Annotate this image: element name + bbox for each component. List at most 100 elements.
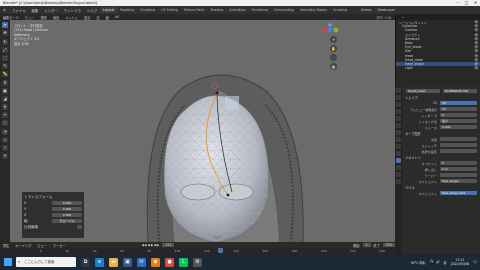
start-field[interactable]: 1	[362, 243, 371, 247]
tab-sculpting[interactable]: Sculpting	[137, 7, 158, 13]
menu-mesh[interactable]: メッシュ	[62, 15, 81, 20]
visibility-eye-icon[interactable]: 👁	[474, 66, 478, 70]
tab-layout[interactable]: Layout	[100, 7, 117, 13]
menu-marker[interactable]: マーカー	[50, 243, 69, 248]
volume-icon[interactable]: 🔊	[436, 260, 440, 264]
property-field[interactable]: 0 m	[440, 166, 477, 172]
annotate-icon[interactable]: ✎	[2, 63, 8, 70]
orientation-selector[interactable]: グローバル	[373, 15, 395, 20]
curve-point[interactable]	[226, 193, 230, 197]
property-field[interactable]	[440, 136, 477, 142]
property-field[interactable]: 0	[440, 160, 477, 166]
properties-tab-icon[interactable]	[396, 172, 401, 177]
current-frame-field[interactable]: 151	[162, 243, 175, 247]
zoom-icon[interactable]: +	[330, 36, 337, 43]
tab-shading[interactable]: Shading	[207, 7, 226, 13]
menu-uv[interactable]: UV	[112, 15, 123, 19]
measure-icon[interactable]: 📏	[2, 71, 8, 78]
curve-point[interactable]	[215, 91, 219, 95]
property-field[interactable]	[440, 148, 477, 154]
menu-window[interactable]: ウィンドウ	[61, 8, 84, 13]
menu-view[interactable]: ビュー	[34, 243, 50, 248]
network-icon[interactable]: 🖧	[430, 259, 434, 265]
properties-tab-icon[interactable]	[396, 109, 401, 114]
menu-render[interactable]: レンダー	[41, 8, 61, 13]
blender-icon[interactable]: ◉	[151, 257, 160, 267]
menu-file[interactable]: ファイル	[9, 8, 29, 13]
properties-tab-icon[interactable]	[396, 144, 401, 149]
data-name-field[interactable]: NURBSPath.001	[443, 88, 477, 94]
notification-icon[interactable]: 🗨	[473, 260, 477, 264]
pan-icon[interactable]: ✋	[330, 45, 337, 52]
menu-playback[interactable]: 再生	[0, 243, 12, 248]
inset-icon[interactable]: ▣	[2, 87, 8, 94]
line-icon[interactable]: L	[179, 257, 188, 267]
end-field[interactable]: 250	[382, 243, 395, 247]
property-field[interactable]	[440, 142, 477, 148]
blender-logo-icon[interactable]: ◉	[0, 8, 9, 12]
play-icon[interactable]: ◀◀ ◀ ▶ ▶▶	[139, 243, 163, 247]
property-field[interactable]	[440, 172, 477, 178]
operator-panel[interactable]: トランスフォーム X 0.000 Y 0.000 Z 0.000 軸グローバル 比例編…	[22, 192, 84, 238]
menu-edge[interactable]: 辺	[93, 15, 102, 20]
task-view-icon[interactable]: ⧉	[81, 257, 90, 267]
properties-tab-icon[interactable]	[396, 179, 401, 184]
axis-x-icon[interactable]	[321, 27, 327, 33]
property-field[interactable]: 最小	[440, 118, 477, 124]
x-field[interactable]: 0.000	[52, 201, 82, 205]
polybuild-icon[interactable]: ⬡	[2, 120, 8, 127]
property-field[interactable]: 0	[440, 112, 477, 118]
move-icon[interactable]: ✥	[2, 30, 8, 37]
property-field[interactable]: 12	[440, 106, 477, 112]
store-icon[interactable]: ▣	[123, 257, 132, 267]
timeline-playhead[interactable]	[218, 248, 223, 253]
rip-icon[interactable]: ✦	[2, 153, 8, 160]
properties-tab-icon[interactable]	[396, 95, 401, 100]
menu-select[interactable]: 選択	[38, 15, 50, 20]
menu-face[interactable]: 面	[103, 15, 112, 20]
tab-uv-editing[interactable]: UV Editing	[158, 7, 181, 13]
proportional-checkbox[interactable]	[77, 225, 82, 229]
camera-icon[interactable]: 🎥	[330, 54, 337, 61]
smooth-icon[interactable]: ≈	[2, 136, 8, 143]
properties-tab-icon[interactable]	[396, 116, 401, 121]
properties-tab-icon[interactable]	[396, 165, 401, 170]
properties-tab-icon[interactable]	[396, 151, 401, 156]
folder-icon[interactable]: ▬	[109, 257, 118, 267]
property-field[interactable]: Pipe_shape	[440, 178, 477, 184]
start-button[interactable]	[4, 258, 12, 266]
outliner-item[interactable]: Light 👁	[396, 66, 480, 70]
mode-selector[interactable]: 編集モード	[0, 15, 22, 20]
tab-compositing[interactable]: Compositing	[271, 7, 297, 13]
property-field[interactable]: Pipe_shape.001	[440, 190, 477, 196]
properties-tab-icon[interactable]	[396, 158, 401, 163]
menu-edit[interactable]: 編集	[29, 8, 42, 13]
property-field[interactable]: 0.000	[440, 124, 477, 130]
viewlayer-selector[interactable]: ViewLayer	[374, 8, 398, 12]
rotate-icon[interactable]: ↻	[2, 38, 8, 45]
property-field[interactable]: 3D	[440, 100, 477, 106]
ime-indicator[interactable]: あ	[443, 260, 446, 265]
tab-modeling[interactable]: Modeling	[117, 7, 138, 13]
loopcut-icon[interactable]: ╪	[2, 104, 8, 111]
scale-icon[interactable]: ⤢	[2, 46, 8, 53]
extrude-icon[interactable]: ⬆	[2, 79, 8, 86]
axis-neg-icon[interactable]	[328, 23, 332, 27]
transform-icon[interactable]: ⬚	[2, 54, 8, 61]
menu-vertex[interactable]: 頂点	[81, 15, 93, 20]
menu-add[interactable]: 追加	[50, 15, 62, 20]
properties-tab-icon[interactable]	[396, 130, 401, 135]
properties-tab-icon[interactable]	[396, 123, 401, 128]
mail-icon[interactable]: ✉	[137, 257, 146, 267]
axis-z-icon[interactable]	[333, 27, 339, 33]
menu-keying[interactable]: キーイング	[12, 243, 34, 248]
cursor-icon[interactable]: ➤	[2, 22, 8, 29]
taskbar-search-input[interactable]: ⌕ ここに入力して検索	[16, 257, 76, 267]
knife-icon[interactable]: ✂	[2, 112, 8, 119]
tab-animation[interactable]: Animation	[226, 7, 248, 13]
tab-scripting[interactable]: Scripting	[330, 7, 350, 13]
grid-icon[interactable]: ▦	[330, 63, 337, 70]
settings-icon[interactable]: ⚙	[193, 257, 202, 267]
spin-icon[interactable]: ◔	[2, 128, 8, 135]
shear-icon[interactable]: ⫽	[2, 145, 8, 151]
